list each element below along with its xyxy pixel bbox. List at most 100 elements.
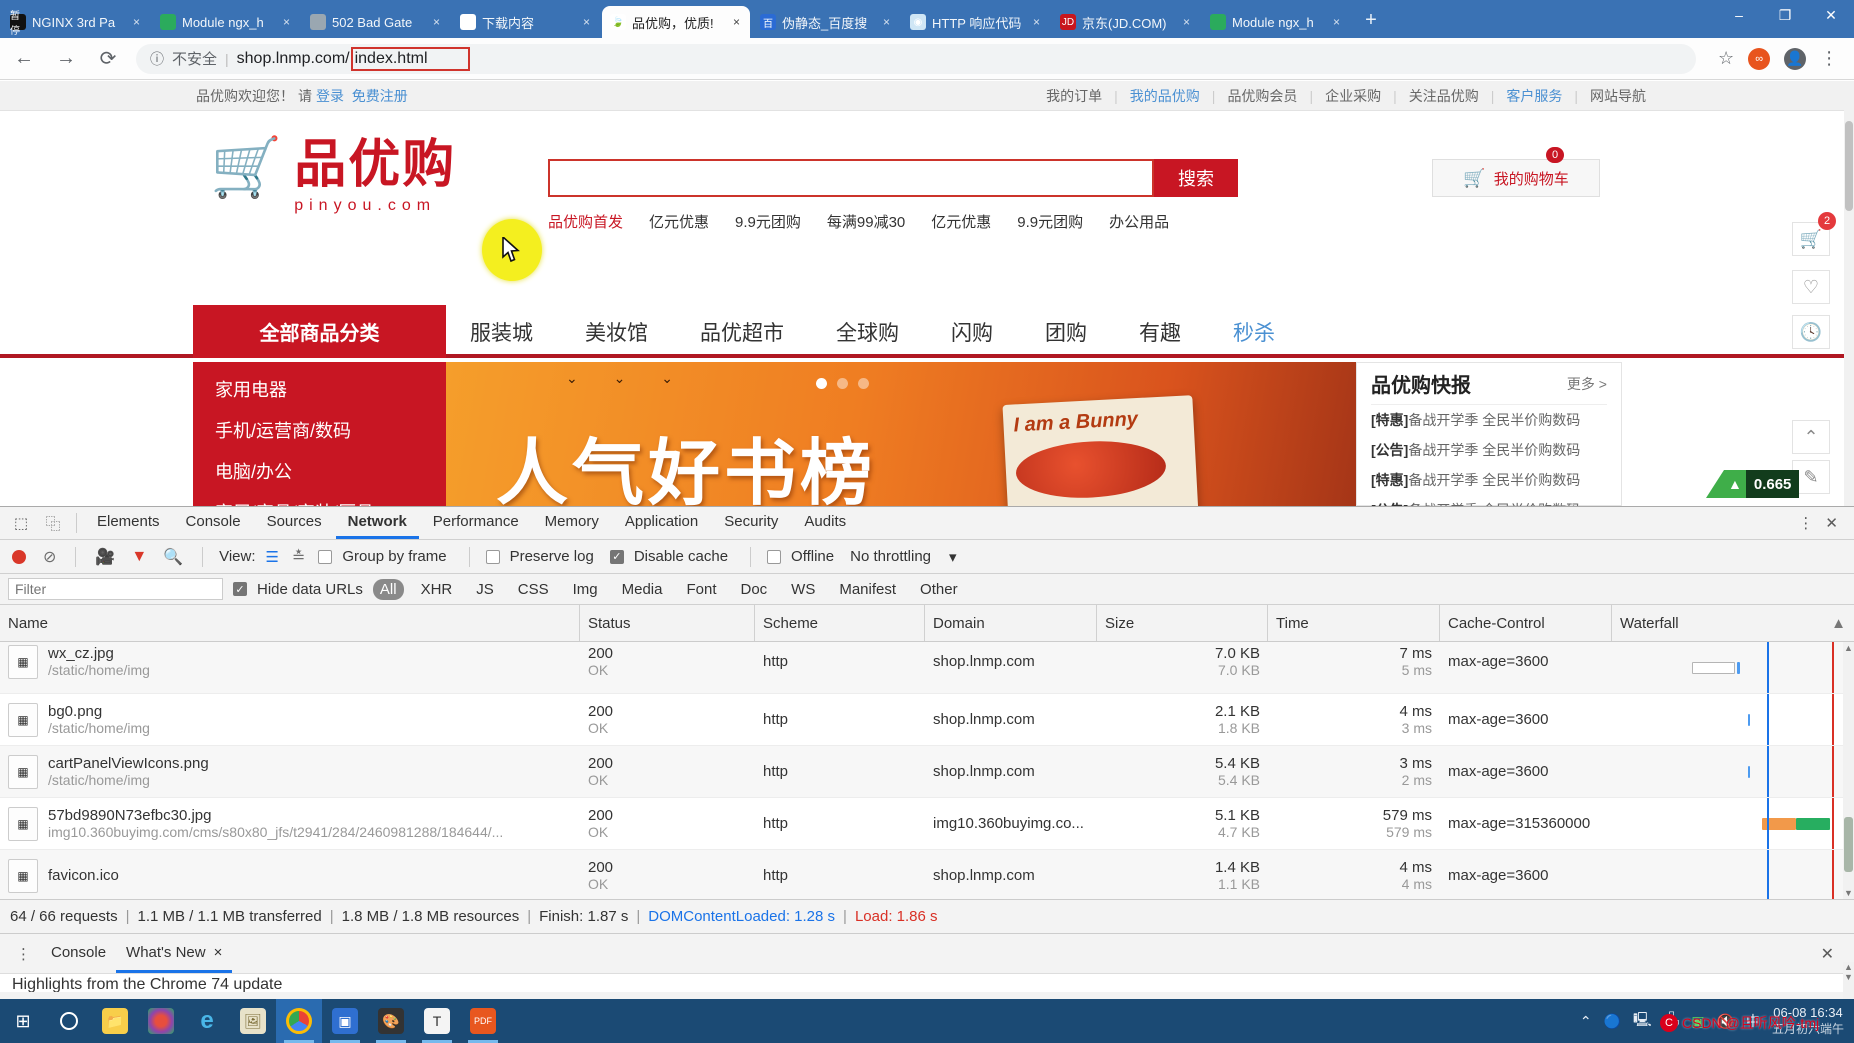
devtools-tab-security[interactable]: Security — [712, 507, 790, 539]
menu-member[interactable]: 品优购会员 — [1215, 86, 1309, 106]
network-request-row[interactable]: ▦57bd9890N73efbc30.jpgimg10.360buyimg.co… — [0, 798, 1854, 850]
tab-jd[interactable]: JD 京东(JD.COM) × — [1052, 6, 1200, 38]
filter-type-manifest[interactable]: Manifest — [832, 579, 903, 600]
devtools-tab-sources[interactable]: Sources — [255, 507, 334, 539]
tab-baidu-search[interactable]: 百 伪静态_百度搜 × — [752, 6, 900, 38]
tab-pinyou-active[interactable]: 🍃 品优购，优质! × — [602, 6, 750, 38]
category-phones[interactable]: 手机/运营商/数码 — [215, 411, 446, 452]
hotword[interactable]: 亿元优惠 — [931, 211, 991, 232]
drawer-tab-whats-new[interactable]: What's New × — [116, 934, 232, 973]
throttling-dropdown[interactable]: No throttling ▾ — [850, 548, 956, 566]
carousel-banner[interactable]: ⌄ ⌄ ⌄ 人气好书榜 I am a Bunny — [446, 362, 1356, 506]
disable-cache-label[interactable]: Disable cache — [634, 548, 728, 565]
news-item[interactable]: [特惠]备战开学季 全民半价购数码 — [1371, 465, 1607, 495]
hide-data-urls-checkbox[interactable]: ✓ — [233, 582, 247, 596]
devtools-tab-application[interactable]: Application — [613, 507, 710, 539]
category-computers[interactable]: 电脑/办公 — [215, 452, 446, 493]
devtools-close-icon[interactable]: ✕ — [1825, 514, 1838, 532]
column-header-waterfall[interactable]: Waterfall ▲ — [1612, 605, 1854, 641]
scroll-top-icon[interactable]: ⌃ — [1792, 420, 1830, 454]
tab-module-ngx-1[interactable]: Module ngx_h × — [152, 6, 300, 38]
menu-my-orders[interactable]: 我的订单 — [1034, 86, 1114, 106]
drawer-tab-close-icon[interactable]: × — [214, 944, 223, 961]
screenshot-capture-icon[interactable]: 🎥 — [92, 547, 118, 567]
news-item[interactable]: [公告]备战开学季 全民半价购数码 — [1371, 435, 1607, 465]
filter-type-js[interactable]: JS — [469, 579, 501, 600]
tray-expand-icon[interactable]: ⌃ — [1580, 1013, 1592, 1030]
hotword[interactable]: 每满99减30 — [827, 211, 905, 232]
address-bar[interactable]: ⓘ 不安全 | shop.lnmp.com/index.html — [136, 44, 1696, 74]
image-viewer-icon[interactable]: 🖼 — [230, 999, 276, 1043]
start-button[interactable]: ⊞ — [0, 999, 46, 1043]
filter-type-doc[interactable]: Doc — [733, 579, 774, 600]
offline-label[interactable]: Offline — [791, 548, 834, 565]
tray-network-icon[interactable]: 🖧 — [1664, 1009, 1680, 1033]
drawer-menu-icon[interactable]: ⋮ — [16, 945, 31, 963]
offline-checkbox[interactable] — [767, 550, 781, 564]
edge-browser-icon[interactable]: e — [184, 999, 230, 1043]
menu-my-pinyou[interactable]: 我的品优购 — [1118, 86, 1212, 106]
category-appliances[interactable]: 家用电器 — [215, 370, 446, 411]
tab-module-ngx-2[interactable]: Module ngx_h × — [1202, 6, 1350, 38]
hotword-first[interactable]: 品优购首发 — [548, 211, 623, 232]
filter-type-css[interactable]: CSS — [511, 579, 556, 600]
drawer-close-icon[interactable]: ✕ — [1821, 944, 1848, 964]
tab-502-bad-gateway[interactable]: 502 Bad Gate × — [302, 6, 450, 38]
news-more-link[interactable]: 更多 > — [1567, 374, 1607, 394]
search-input[interactable] — [548, 159, 1154, 197]
menu-customer-service[interactable]: 客户服务 — [1494, 86, 1574, 106]
preserve-log-checkbox[interactable] — [486, 550, 500, 564]
drawer-scrollbar[interactable]: ▲▼ — [1843, 962, 1854, 1000]
hide-data-urls-label[interactable]: Hide data URLs — [257, 581, 363, 598]
tab-close-icon[interactable]: × — [1031, 15, 1042, 29]
filter-type-img[interactable]: Img — [566, 579, 605, 600]
menu-enterprise[interactable]: 企业采购 — [1313, 86, 1393, 106]
nav-global[interactable]: 全球购 — [836, 317, 899, 347]
nav-seckill[interactable]: 秒杀 — [1233, 317, 1275, 347]
devtools-tab-elements[interactable]: Elements — [85, 507, 172, 539]
device-toolbar-icon[interactable]: ⿻ — [38, 510, 68, 536]
network-request-row[interactable]: ▦wx_cz.jpg/static/home/img200OKhttpshop.… — [0, 642, 1854, 694]
site-logo[interactable]: 🛒 品优购 pinyou.com — [210, 139, 456, 215]
bookmark-star-icon[interactable]: ☆ — [1718, 48, 1734, 69]
carousel-dot[interactable] — [858, 378, 869, 389]
preserve-log-label[interactable]: Preserve log — [510, 548, 594, 565]
menu-follow[interactable]: 关注品优购 — [1397, 86, 1491, 106]
tab-close-icon[interactable]: × — [881, 15, 892, 29]
hotword[interactable]: 9.9元团购 — [1017, 211, 1083, 232]
profile-avatar-icon[interactable]: 👤 — [1784, 48, 1806, 70]
menu-site-nav[interactable]: 网站导航 — [1578, 86, 1658, 106]
devtools-tab-memory[interactable]: Memory — [533, 507, 611, 539]
nav-group[interactable]: 团购 — [1045, 317, 1087, 347]
login-link[interactable]: 登录 — [316, 88, 344, 104]
tab-close-icon[interactable]: × — [281, 15, 292, 29]
group-by-frame-checkbox[interactable] — [318, 550, 332, 564]
extension-icon[interactable]: ∞ — [1748, 48, 1770, 70]
hotword[interactable]: 9.9元团购 — [735, 211, 801, 232]
devtools-tab-console[interactable]: Console — [174, 507, 253, 539]
carousel-dot-active[interactable] — [816, 378, 827, 389]
reload-button[interactable]: ⟳ — [94, 46, 122, 71]
browser-menu-icon[interactable]: ⋮ — [1820, 48, 1838, 69]
devtools-tab-performance[interactable]: Performance — [421, 507, 531, 539]
search-icon[interactable]: 🔍 — [160, 547, 186, 567]
hotword[interactable]: 办公用品 — [1109, 211, 1169, 232]
filter-type-font[interactable]: Font — [679, 579, 723, 600]
network-request-row[interactable]: ▦cartPanelViewIcons.png/static/home/img2… — [0, 746, 1854, 798]
screen-recorder-icon[interactable]: 🎨 — [368, 999, 414, 1043]
filter-type-all[interactable]: All — [373, 579, 404, 600]
hotword[interactable]: 亿元优惠 — [649, 211, 709, 232]
carousel-dot[interactable] — [837, 378, 848, 389]
drawer-tab-console[interactable]: Console — [41, 934, 116, 973]
tab-close-icon[interactable]: × — [131, 15, 142, 29]
window-maximize-button[interactable]: ❐ — [1762, 0, 1808, 30]
overview-view-icon[interactable]: ≛ — [289, 547, 308, 567]
tray-security-icon[interactable]: ▣ — [1691, 1013, 1704, 1030]
scroll-down-arrow-icon[interactable]: ▼ — [1843, 887, 1854, 899]
filter-funnel-icon[interactable]: ▼ — [128, 548, 150, 566]
tab-close-icon[interactable]: × — [731, 15, 742, 29]
tab-http-codes[interactable]: ◉ HTTP 响应代码 × — [902, 6, 1050, 38]
group-by-frame-label[interactable]: Group by frame — [342, 548, 446, 565]
all-categories-button[interactable]: 全部商品分类 — [193, 305, 446, 358]
tray-volume-muted-icon[interactable]: 🔇 — [1717, 1013, 1734, 1030]
